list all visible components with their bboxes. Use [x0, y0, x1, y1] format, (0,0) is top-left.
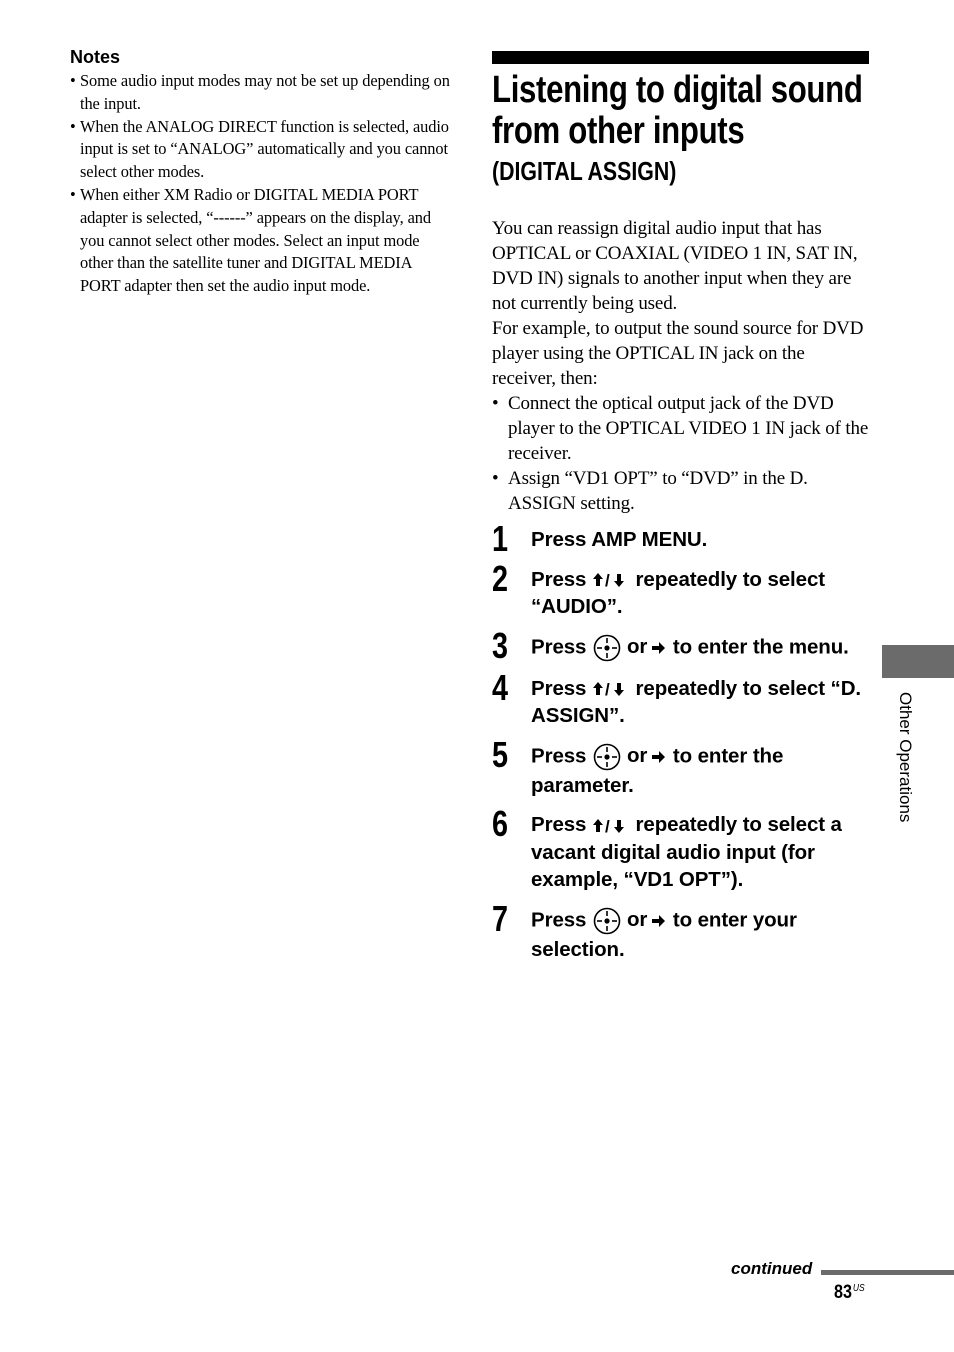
step-text-start: Press: [531, 676, 592, 700]
step-text-start: Press AMP MENU.: [531, 528, 708, 551]
step-text: Press or to enter your selection.: [531, 906, 870, 964]
step-text-start: Press: [531, 813, 592, 836]
step-text: Press or to enter the menu.: [531, 633, 870, 663]
step-text: Press / repeatedly to select “AUDIO”.: [531, 566, 870, 621]
main-section: Listening to digital sound from other in…: [492, 51, 870, 975]
page-number-suffix: US: [852, 1283, 865, 1294]
step-item: 5 Press or to enter the parameter.: [492, 735, 870, 800]
step-number: 5: [492, 733, 509, 775]
step-text-start: Press: [531, 634, 592, 658]
or-label: or: [626, 634, 648, 658]
up-down-arrows-icon: /: [592, 681, 624, 697]
intro-bullet: Connect the optical output jack of the D…: [492, 391, 870, 466]
step-text: Press / repeatedly to select a vacant di…: [531, 811, 870, 894]
section-subtitle: (DIGITAL ASSIGN): [492, 156, 677, 186]
intro-text: You can reassign digital audio input tha…: [492, 216, 870, 516]
or-label: or: [626, 743, 648, 767]
up-down-arrows-icon: /: [592, 818, 624, 834]
step-text: Press / repeatedly to select “D. ASSIGN”…: [531, 675, 870, 730]
step-text-start: Press: [531, 907, 592, 931]
step-number: 1: [492, 518, 509, 559]
page-number: 83US: [834, 1282, 865, 1304]
intro-bullet: Assign “VD1 OPT” to “DVD” in the D. ASSI…: [492, 466, 870, 516]
intro-bullets: Connect the optical output jack of the D…: [492, 391, 870, 516]
section-tab-text: Other Operations: [896, 692, 915, 823]
step-number: 7: [492, 897, 509, 939]
up-down-arrows-icon: /: [592, 572, 624, 588]
step-item: 2 Press / repeatedly to select “AUDIO”.: [492, 559, 870, 621]
intro-paragraph: You can reassign digital audio input tha…: [492, 218, 858, 314]
enter-button-icon: [593, 907, 621, 934]
section-title: Listening to digital sound from other in…: [492, 69, 863, 152]
step-text-start: Press: [531, 743, 592, 767]
svg-text:/: /: [605, 572, 610, 588]
step-text-end: to enter the menu.: [667, 634, 849, 658]
page-number-value: 83: [834, 1282, 852, 1303]
step-number: 2: [492, 557, 509, 599]
steps-list: 1 Press AMP MENU. 2 Press / repeatedly to s…: [492, 520, 870, 964]
step-text: Press AMP MENU.: [531, 526, 870, 554]
right-arrow-icon: [652, 750, 666, 763]
notes-list: Some audio input modes may not be set up…: [70, 70, 450, 298]
continued-label: continued: [731, 1259, 813, 1278]
or-label: or: [626, 907, 648, 931]
enter-button-icon: [593, 634, 621, 661]
right-arrow-icon: [652, 641, 666, 654]
step-number: 3: [492, 624, 509, 666]
title-rule: [492, 51, 869, 64]
step-text-start: Press: [531, 567, 592, 591]
step-item: 7 Press or to enter your selection.: [492, 899, 870, 964]
continued-rule: [821, 1270, 954, 1275]
right-arrow-icon: [652, 914, 666, 927]
step-item: 3 Press or to enter the menu.: [492, 626, 870, 664]
note-item: Some audio input modes may not be set up…: [70, 70, 450, 116]
step-item: 1 Press AMP MENU.: [492, 520, 870, 558]
section-tab-label: Other Operations: [893, 692, 917, 862]
step-text: Press or to enter the parameter.: [531, 742, 870, 800]
svg-text:/: /: [605, 681, 610, 697]
step-item: 4 Press / repeatedly to select “D. ASSIGN…: [492, 668, 870, 730]
enter-button-icon: [593, 743, 621, 770]
step-number: 6: [492, 803, 509, 844]
step-number: 4: [492, 666, 509, 708]
note-item: When either XM Radio or DIGITAL MEDIA PO…: [70, 184, 450, 298]
svg-text:/: /: [605, 818, 610, 834]
notes-title: Notes: [70, 47, 121, 67]
note-item: When the ANALOG DIRECT function is selec…: [70, 116, 450, 184]
step-item: 6 Press / repeatedly to select a vacant d…: [492, 805, 870, 894]
section-tab: [882, 645, 954, 678]
intro-paragraph: For example, to output the sound source …: [492, 318, 864, 389]
notes-section: Notes Some audio input modes may not be …: [70, 46, 450, 298]
